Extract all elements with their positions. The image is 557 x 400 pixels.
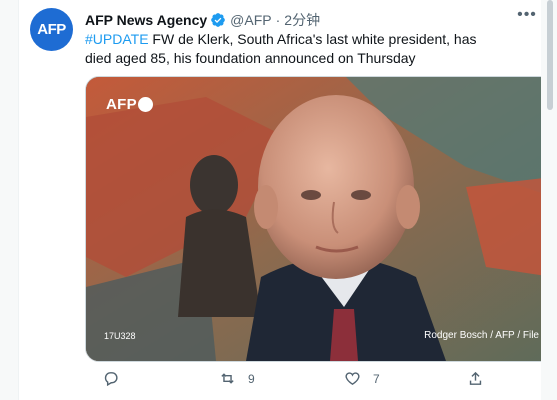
verified-badge-icon — [210, 12, 226, 28]
photo-illustration — [86, 77, 553, 361]
more-icon[interactable]: ••• — [517, 6, 537, 26]
share-button[interactable] — [467, 370, 484, 387]
like-count: 7 — [373, 371, 380, 386]
retweet-count: 9 — [248, 371, 255, 386]
author-name[interactable]: AFP News Agency — [85, 12, 207, 28]
like-button[interactable]: 7 — [344, 370, 380, 387]
photo-code: 17U328 — [104, 331, 136, 341]
share-icon — [469, 371, 482, 385]
reply-button[interactable] — [102, 370, 131, 387]
logo-circle-icon — [137, 97, 153, 112]
left-gutter — [0, 0, 19, 400]
tweet-card[interactable]: AFP AFP News Agency @AFP · 2分钟 ••• #UPDA… — [18, 0, 554, 400]
scrollbar-thumb[interactable] — [547, 0, 553, 110]
photo-credit: Rodger Bosch / AFP / File — [424, 330, 539, 341]
tweet-photo[interactable]: AFP 17U328 Rodger Bosch / AFP / File — [85, 76, 554, 362]
tweet-actions: 9 7 — [85, 370, 545, 394]
photo-logo-text: AFP — [106, 96, 137, 113]
retweet-button[interactable]: 9 — [219, 370, 255, 387]
tweet-header: AFP News Agency @AFP · 2分钟 — [85, 10, 320, 30]
tweet-text: #UPDATE FW de Klerk, South Africa's last… — [85, 30, 505, 68]
photo-afp-logo: AFP — [106, 96, 153, 113]
reply-icon — [104, 372, 118, 387]
tweet-time[interactable]: 2分钟 — [284, 10, 320, 30]
avatar[interactable]: AFP — [30, 8, 73, 51]
author-handle[interactable]: @AFP — [230, 12, 271, 28]
retweet-icon — [221, 373, 234, 384]
hashtag-link[interactable]: #UPDATE — [85, 31, 149, 47]
separator-dot: · — [275, 12, 281, 28]
like-icon — [345, 372, 360, 386]
